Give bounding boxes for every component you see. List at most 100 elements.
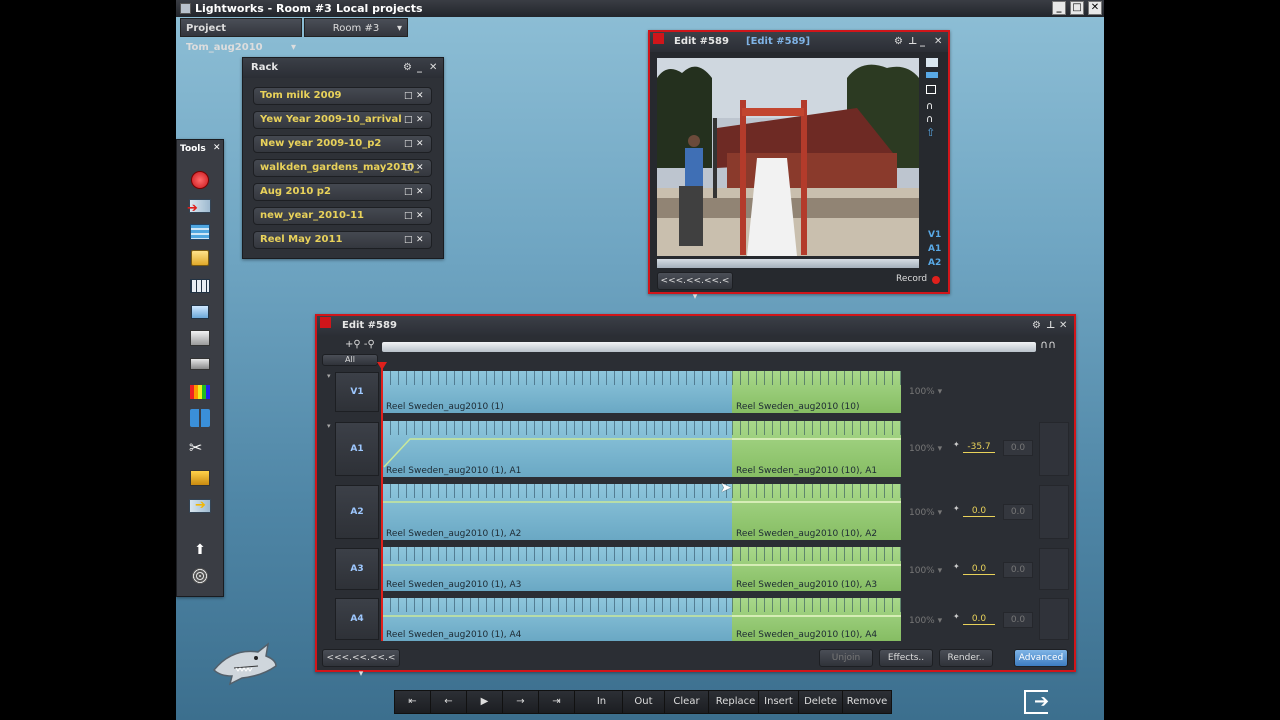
folder-icon[interactable] xyxy=(926,58,938,67)
delete-button[interactable]: Delete xyxy=(799,691,843,713)
fingerprint-icon[interactable] xyxy=(189,566,211,586)
open-icon[interactable]: □ xyxy=(404,88,413,104)
handle-icon[interactable]: ✦ xyxy=(953,612,960,621)
advanced-button[interactable]: Advanced xyxy=(1014,649,1068,667)
open-icon[interactable]: □ xyxy=(404,160,413,176)
rack-item[interactable]: Aug 2010 p2 □ ✕ xyxy=(253,183,432,201)
device-icon[interactable] xyxy=(189,354,211,374)
close-icon[interactable]: ✕ xyxy=(213,143,221,153)
track-header-a4[interactable]: A4 xyxy=(335,598,379,640)
settings-icon[interactable]: ⚙ xyxy=(403,58,412,78)
track-v1[interactable]: V1 xyxy=(928,228,941,242)
effects-button[interactable]: Effects.. xyxy=(879,649,933,667)
sync-icon[interactable] xyxy=(189,468,211,488)
close-icon[interactable]: ✕ xyxy=(416,184,424,200)
minimize-button[interactable]: _ xyxy=(1052,1,1066,15)
rack-item[interactable]: New year 2009-10_p2 □ ✕ xyxy=(253,135,432,153)
go-to-start-button[interactable]: ⇤ xyxy=(395,691,431,713)
close-icon[interactable]: ✕ xyxy=(934,32,942,52)
track-header-a2[interactable]: A2 xyxy=(335,485,379,539)
close-icon[interactable]: ✕ xyxy=(416,136,424,152)
loop-icon[interactable]: ∩∩ xyxy=(1040,338,1056,351)
handle-icon[interactable]: ✦ xyxy=(953,504,960,513)
track-header-a1[interactable]: A1 xyxy=(335,422,379,476)
timeline-nav-button[interactable]: <<<.<<.<<.< ▾ xyxy=(322,649,400,679)
close-icon[interactable]: ✕ xyxy=(416,208,424,224)
clip[interactable]: Reel Sweden_aug2010 (1), A4 xyxy=(382,598,732,641)
close-icon[interactable]: ✕ xyxy=(1059,316,1067,336)
export-icon[interactable]: ➔ xyxy=(189,496,211,516)
collapse-icon[interactable]: ▾ xyxy=(327,422,331,430)
clip[interactable]: Reel Sweden_aug2010 (1), A2 xyxy=(382,484,732,540)
cut-icon[interactable]: ✂ xyxy=(189,438,211,458)
exit-icon[interactable]: ➔ xyxy=(1024,690,1058,716)
gain-value[interactable]: 100% ▾ xyxy=(909,566,942,576)
pan-value[interactable]: 0.0 xyxy=(1003,504,1033,520)
bin-icon[interactable] xyxy=(189,248,211,268)
clip[interactable]: Reel Sweden_aug2010 (1), A1 xyxy=(382,421,732,477)
calculator-icon[interactable] xyxy=(189,408,211,428)
pin-icon[interactable]: ⊥ xyxy=(1046,316,1055,336)
remove-button[interactable]: Remove xyxy=(843,691,891,713)
close-icon[interactable]: ✕ xyxy=(416,232,424,248)
close-icon[interactable]: ✕ xyxy=(416,112,424,128)
record-icon[interactable] xyxy=(189,170,211,190)
mark-in-button[interactable]: In xyxy=(581,691,623,713)
play-button[interactable]: ▶ xyxy=(467,691,503,713)
settings-icon[interactable]: ⚙ xyxy=(894,32,903,52)
collapse-icon[interactable]: ▾ xyxy=(327,372,331,380)
maximize-button[interactable]: □ xyxy=(1070,1,1084,15)
playhead-marker[interactable] xyxy=(377,362,387,370)
gain-value[interactable]: 100% ▾ xyxy=(909,444,942,454)
pan-value[interactable]: 0.0 xyxy=(1003,612,1033,628)
room-selector[interactable]: Room #3 ▾ xyxy=(304,18,408,37)
rack-item[interactable]: Reel May 2011 □ ✕ xyxy=(253,231,432,249)
level-value[interactable]: -35.7 xyxy=(963,442,995,453)
video-frame[interactable] xyxy=(657,58,919,256)
step-back-button[interactable]: ← xyxy=(431,691,467,713)
scrub-bar[interactable] xyxy=(657,259,919,268)
close-icon[interactable]: ✕ xyxy=(416,160,424,176)
project-selector[interactable]: Project Tom_aug2010 ▾ xyxy=(180,18,302,53)
clip[interactable]: Reel Sweden_aug2010 (10), A3 xyxy=(732,547,901,591)
level-value[interactable]: 0.0 xyxy=(963,506,995,517)
loop-icon[interactable]: ∩ xyxy=(926,113,942,126)
step-forward-button[interactable]: → xyxy=(503,691,539,713)
viewer-nav-button[interactable]: <<<.<<.<<.< ▾ xyxy=(657,272,733,302)
layers-icon[interactable] xyxy=(189,302,211,322)
grid-icon[interactable] xyxy=(189,276,211,296)
replace-button[interactable]: Replace xyxy=(713,691,759,713)
insert-button[interactable]: Insert xyxy=(759,691,799,713)
rack-item[interactable]: new_year_2010-11 □ ✕ xyxy=(253,207,432,225)
handle-icon[interactable]: ✦ xyxy=(953,562,960,571)
track-header-v1[interactable]: V1 xyxy=(335,372,379,412)
select-all-button[interactable]: All xyxy=(322,354,378,366)
rack-item[interactable]: Tom milk 2009 □ ✕ xyxy=(253,87,432,105)
tracks-icon[interactable] xyxy=(926,72,938,78)
level-value[interactable]: 0.0 xyxy=(963,614,995,625)
unjoin-button[interactable]: Unjoin xyxy=(819,649,873,667)
rack-item[interactable]: walkden_gardens_may2010_ □ ✕ xyxy=(253,159,432,177)
rack-item[interactable]: Yew Year 2009-10_arrival □ ✕ xyxy=(253,111,432,129)
open-icon[interactable]: □ xyxy=(404,232,413,248)
import-icon[interactable]: ➔ xyxy=(187,196,211,216)
clip[interactable]: Reel Sweden_aug2010 (10) xyxy=(732,371,901,413)
color-bars-icon[interactable] xyxy=(189,382,211,402)
settings-icon[interactable]: ⚙ xyxy=(1032,316,1041,336)
close-window-button[interactable]: ✕ xyxy=(1088,1,1102,15)
clip[interactable]: Reel Sweden_aug2010 (10), A1 xyxy=(732,421,901,477)
clear-button[interactable]: Clear xyxy=(665,691,709,713)
export-icon[interactable]: ⇧ xyxy=(926,126,942,139)
minimize-icon[interactable]: _ xyxy=(920,32,925,52)
timeline-scrollbar[interactable] xyxy=(382,342,1036,352)
gain-value[interactable]: 100% ▾ xyxy=(909,616,942,626)
timeline-icon[interactable] xyxy=(189,222,211,242)
track-a2[interactable]: A2 xyxy=(928,256,941,270)
clip[interactable]: Reel Sweden_aug2010 (10), A2 xyxy=(732,484,901,540)
track-a1[interactable]: A1 xyxy=(928,242,941,256)
render-button[interactable]: Render.. xyxy=(939,649,993,667)
print-icon[interactable] xyxy=(189,328,211,348)
gain-value[interactable]: 100% ▾ xyxy=(909,387,942,397)
upload-icon[interactable]: ⬆ xyxy=(189,540,211,560)
window-icon[interactable] xyxy=(926,85,936,94)
